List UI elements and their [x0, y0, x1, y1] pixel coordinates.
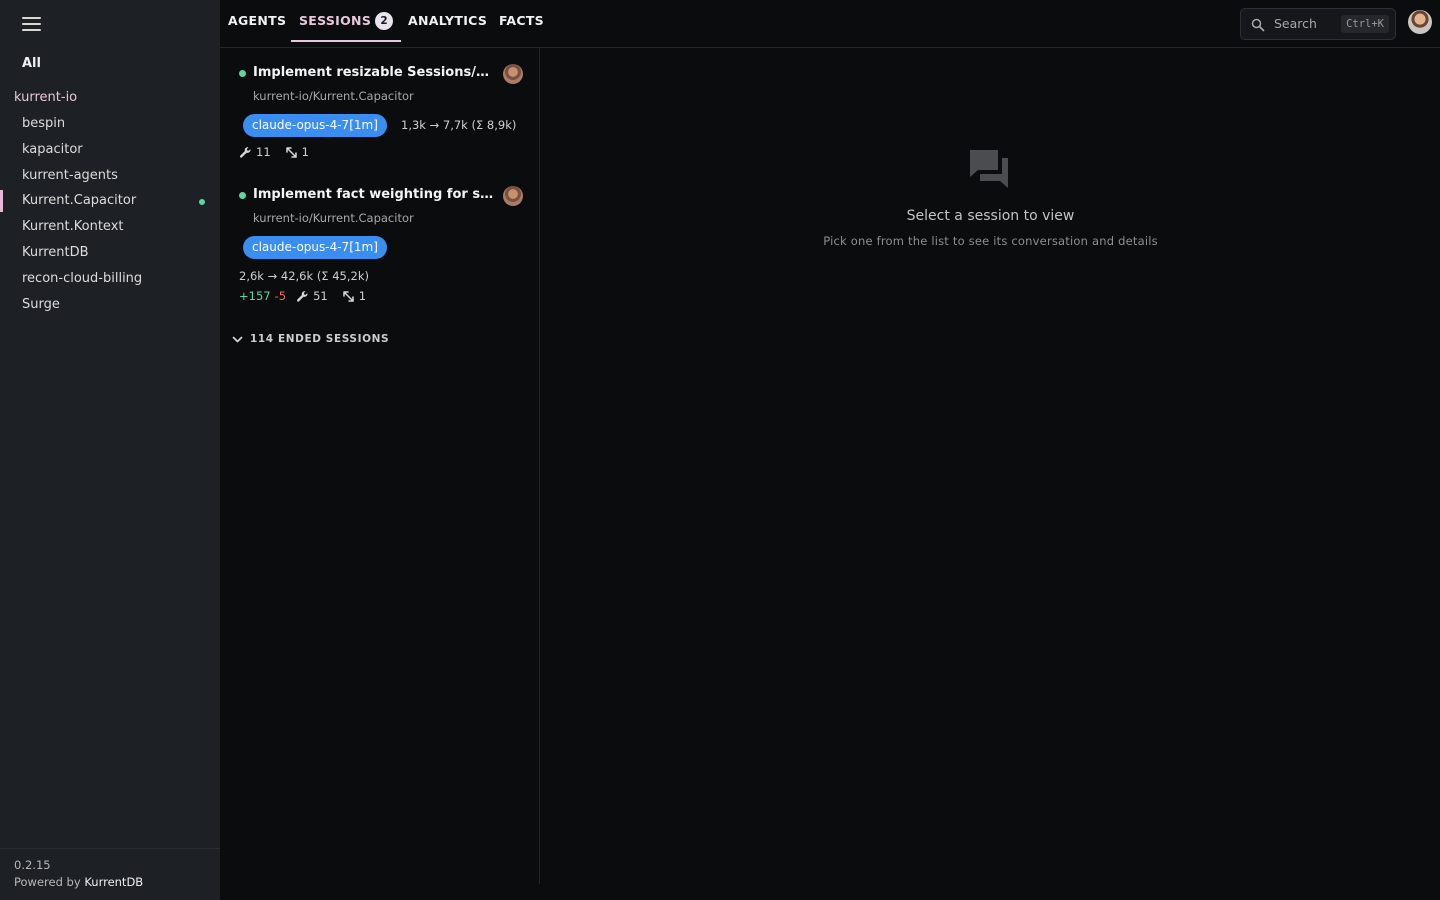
tab-label: SESSIONS	[299, 13, 372, 28]
powered-by: Powered by KurrentDB	[14, 874, 206, 891]
repo-label: recon-cloud-billing	[22, 270, 143, 286]
search-icon	[1251, 18, 1265, 32]
repo-label: bespin	[22, 116, 66, 131]
sessions-count-badge: 2	[375, 12, 394, 30]
tab-label: FACTS	[499, 13, 544, 28]
session-status-dot	[239, 70, 246, 77]
subagent-icon	[342, 290, 354, 302]
session-list: Implement resizable Sessions/Ag... kurre…	[220, 48, 540, 884]
token-usage: 1,3k → 7,7k (Σ 8,9k)	[401, 118, 517, 132]
token-usage: 2,6k → 42,6k (Σ 45,2k)	[239, 269, 369, 283]
model-badge: claude-opus-4-7[1m]	[243, 114, 387, 137]
search-input[interactable]: Search Ctrl+K	[1240, 8, 1396, 40]
org-label: kurrent-io	[14, 90, 78, 105]
session-title: Implement fact weighting for self...	[253, 187, 495, 202]
subagent-count: 1	[358, 289, 367, 303]
subagent-icon	[285, 146, 297, 158]
tab-label: AGENTS	[228, 13, 287, 28]
wrench-icon	[239, 146, 251, 158]
tool-call-count: 11	[256, 145, 271, 159]
wrench-icon	[297, 290, 308, 302]
session-repo: kurrent-io/Kurrent.Capacitor	[253, 211, 414, 225]
session-stats: +157 -5 51 1	[239, 289, 366, 303]
version-label: 0.2.15	[14, 858, 51, 872]
tab-facts[interactable]: FACTS	[499, 0, 544, 42]
search-shortcut: Ctrl+K	[1341, 15, 1389, 33]
topbar: AGENTS SESSIONS 2 ANALYTICS FACTS Search …	[220, 0, 1440, 48]
sidebar-item-surge[interactable]: Surge	[0, 292, 220, 318]
session-title: Implement resizable Sessions/Ag...	[253, 65, 495, 80]
sidebar-item-kurrent-agents[interactable]: kurrent-agents	[0, 163, 220, 189]
repo-label: kapacitor	[22, 141, 83, 157]
session-avatar	[503, 186, 523, 206]
chevron-down-icon	[232, 336, 243, 342]
sidebar-item-kurrentdb[interactable]: KurrentDB	[0, 240, 220, 266]
sidebar-item-kapacitor[interactable]: kapacitor	[0, 137, 220, 163]
session-repo: kurrent-io/Kurrent.Capacitor	[253, 89, 414, 103]
active-session-dot	[199, 199, 205, 206]
repo-label: kurrent-agents	[22, 167, 118, 183]
session-stats: 11 1	[239, 145, 309, 159]
sidebar-item-all[interactable]: All	[22, 56, 41, 71]
ended-sessions-toggle[interactable]: 114 ENDED SESSIONS	[232, 333, 389, 345]
subagent-count: 1	[301, 145, 309, 159]
sidebar: All kurrent-io bespin kapacitor kurrent-…	[0, 0, 220, 900]
model-badge: claude-opus-4-7[1m]	[243, 236, 387, 259]
tab-analytics[interactable]: ANALYTICS	[408, 0, 487, 42]
powered-by-text: Powered by	[14, 875, 81, 889]
tab-agents[interactable]: AGENTS	[228, 0, 286, 42]
sidebar-footer: 0.2.15 Powered by KurrentDB	[0, 848, 220, 900]
repo-label: Kurrent.Kontext	[22, 219, 124, 235]
empty-state-title: Select a session to view	[906, 208, 1075, 224]
session-status-dot	[239, 192, 246, 199]
powered-by-brand[interactable]: KurrentDB	[84, 875, 143, 889]
session-card[interactable]: Implement resizable Sessions/Ag... kurre…	[220, 58, 540, 170]
sidebar-item-bespin[interactable]: bespin	[0, 111, 220, 137]
chat-bubbles-icon	[970, 150, 1008, 188]
tool-call-count: 51	[313, 289, 328, 303]
session-detail-panel: Select a session to view Pick one from t…	[541, 48, 1440, 900]
lines-deleted: -5	[274, 289, 287, 303]
search-placeholder: Search	[1274, 16, 1317, 31]
repo-label: Kurrent.Capacitor	[22, 193, 137, 209]
tab-sessions[interactable]: SESSIONS 2	[291, 0, 402, 42]
empty-state-subtitle: Pick one from the list to see its conver…	[823, 234, 1158, 248]
session-avatar	[503, 64, 523, 84]
repo-label: KurrentDB	[22, 244, 89, 260]
sidebar-item-kurrent-kontext[interactable]: Kurrent.Kontext	[0, 214, 220, 240]
tab-label: ANALYTICS	[408, 13, 488, 28]
user-avatar[interactable]	[1408, 10, 1432, 34]
sidebar-item-kurrent-capacitor[interactable]: Kurrent.Capacitor	[0, 188, 220, 214]
hamburger-menu-icon[interactable]	[22, 16, 42, 32]
repo-list: bespin kapacitor kurrent-agents Kurrent.…	[0, 111, 220, 317]
ended-sessions-label: 114 ENDED SESSIONS	[250, 333, 390, 345]
sidebar-item-recon-cloud-billing[interactable]: recon-cloud-billing	[0, 266, 220, 292]
lines-added: +157	[239, 289, 271, 303]
session-card[interactable]: Implement fact weighting for self... kur…	[220, 180, 540, 310]
repo-label: Surge	[22, 296, 60, 312]
